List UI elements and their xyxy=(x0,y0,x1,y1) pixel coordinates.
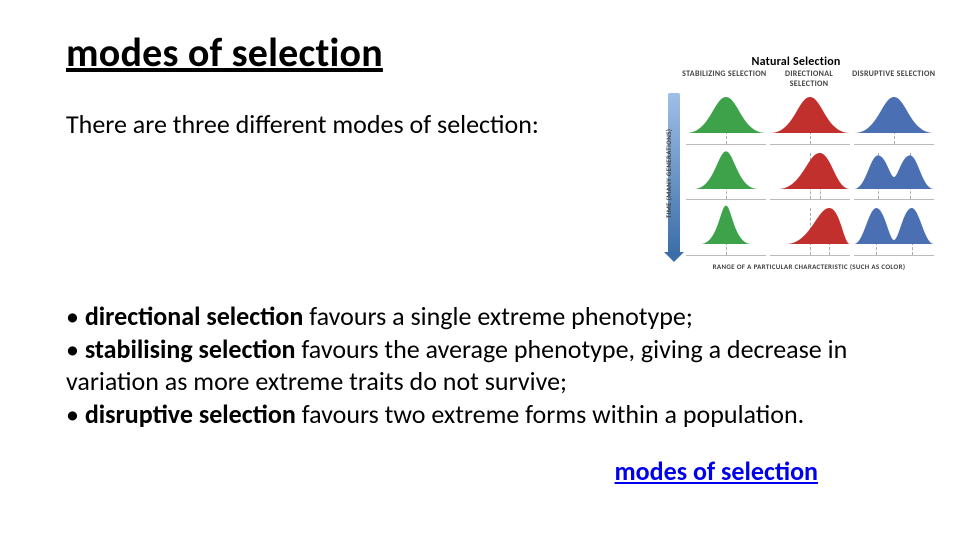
bullet-rest: favours two extreme forms within a popul… xyxy=(296,398,804,430)
bullet-rest: favours a single extreme phenotype; xyxy=(303,300,693,332)
curve-disruptive-g2 xyxy=(854,149,934,201)
curve-disruptive-g3 xyxy=(854,204,934,256)
bullet-item: • disruptive selection favours two extre… xyxy=(66,398,894,431)
curve-directional-g3 xyxy=(770,204,850,256)
diagram-y-label: TIME (MANY GENERATIONS) xyxy=(665,129,674,218)
diagram-y-axis: TIME (MANY GENERATIONS) xyxy=(656,91,682,256)
bullet-term: disruptive selection xyxy=(85,398,296,430)
bullet-item: • directional selection favours a single… xyxy=(66,300,894,333)
col-label-stabilizing: STABILIZING SELECTION xyxy=(682,69,767,89)
curve-directional-g2 xyxy=(770,149,850,201)
diagram-title: Natural Selection xyxy=(656,55,936,69)
natural-selection-diagram: Natural Selection STABILIZING SELECTION … xyxy=(656,55,936,277)
bullet-term: directional selection xyxy=(85,300,303,332)
diagram-grid xyxy=(682,91,936,256)
bullet-item: • stabilising selection favours the aver… xyxy=(66,333,894,398)
modes-of-selection-link[interactable]: modes of selection xyxy=(615,455,818,487)
bullet-term: stabilising selection xyxy=(85,333,296,365)
curve-stabilizing-g3 xyxy=(686,204,766,256)
diagram-x-label: RANGE OF A PARTICULAR CHARACTERISTIC (SU… xyxy=(682,262,936,271)
curve-directional-g1 xyxy=(770,93,850,145)
bullet-list: • directional selection favours a single… xyxy=(66,300,894,430)
curve-disruptive-g1 xyxy=(854,93,934,145)
col-label-directional: DIRECTIONAL SELECTION xyxy=(767,69,852,89)
curve-stabilizing-g2 xyxy=(686,149,766,201)
slide-title: modes of selection xyxy=(66,28,383,77)
intro-text: There are three different modes of selec… xyxy=(66,108,539,140)
diagram-column-labels: STABILIZING SELECTION DIRECTIONAL SELECT… xyxy=(682,69,936,89)
col-label-disruptive: DISRUPTIVE SELECTION xyxy=(851,69,936,89)
slide: modes of selection There are three diffe… xyxy=(0,0,960,540)
curve-stabilizing-g1 xyxy=(686,93,766,145)
